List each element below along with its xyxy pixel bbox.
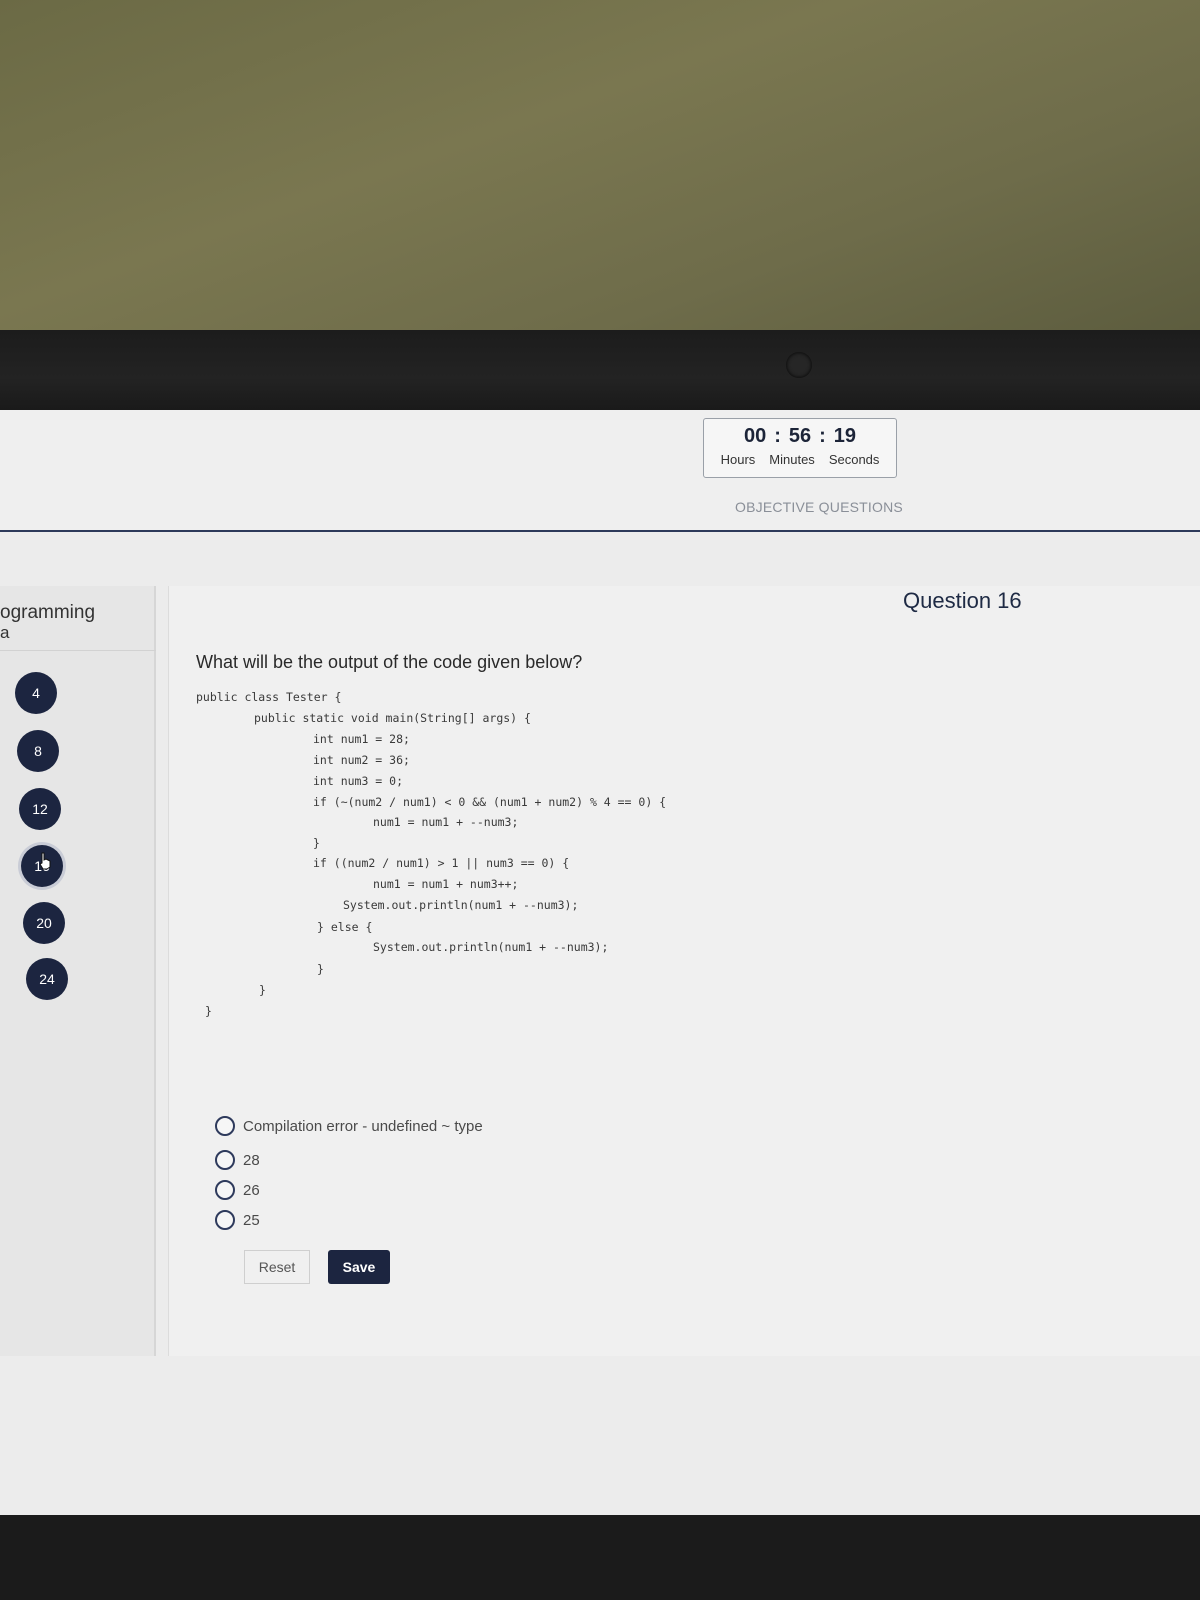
webcam xyxy=(786,352,812,378)
option-3[interactable]: 26 xyxy=(215,1180,260,1200)
timer-minutes: 56 xyxy=(788,425,812,447)
section-title: OBJECTIVE QUESTIONS xyxy=(735,499,903,515)
hand-cursor-icon xyxy=(39,852,51,870)
divider xyxy=(0,650,156,651)
code-line: int num2 = 36; xyxy=(313,753,410,767)
code-line: public class Tester { xyxy=(196,690,342,704)
question-panel: Question 16 What will be the output of t… xyxy=(168,586,1200,1356)
question-nav-button[interactable]: 20 xyxy=(23,902,65,944)
hours-label: Hours xyxy=(720,452,756,467)
countdown-timer: 00 : 56 : 19 Hours Minutes Seconds xyxy=(703,418,897,478)
option-label: 25 xyxy=(243,1211,260,1229)
question-text: What will be the output of the code give… xyxy=(196,652,583,672)
exam-screen: 00 : 56 : 19 Hours Minutes Seconds OBJEC… xyxy=(0,410,1200,1515)
code-line: num1 = num1 + num3++; xyxy=(373,877,519,891)
question-nav-button[interactable]: 24 xyxy=(26,958,68,1000)
question-nav-button[interactable]: 4 xyxy=(15,672,57,714)
question-number: Question 16 xyxy=(903,588,1022,613)
sidebar-title: ogramming xyxy=(0,602,96,623)
timer-labels: Hours Minutes Seconds xyxy=(704,452,896,467)
timer-digits: 00 : 56 : 19 xyxy=(704,425,896,448)
code-line: } xyxy=(313,836,320,850)
timer-separator: : xyxy=(819,425,826,447)
option-label: 26 xyxy=(243,1181,260,1199)
code-line: int num3 = 0; xyxy=(313,774,404,788)
code-line: if (~(num2 / num1) < 0 && (num1 + num2) … xyxy=(313,795,667,809)
radio-button[interactable] xyxy=(215,1180,235,1200)
question-nav-button[interactable]: 12 xyxy=(19,788,61,830)
code-line: } else { xyxy=(317,920,373,934)
code-line: } xyxy=(317,962,324,976)
option-label: Compilation error - undefined ~ type xyxy=(243,1117,483,1135)
reset-button[interactable]: Reset xyxy=(244,1250,310,1284)
timer-separator: : xyxy=(774,425,781,447)
code-line: int num1 = 28; xyxy=(313,732,410,746)
laptop-bezel-top xyxy=(0,330,1200,410)
sidebar-subtitle: a xyxy=(0,623,10,642)
option-4[interactable]: 25 xyxy=(215,1210,260,1230)
seconds-label: Seconds xyxy=(828,452,880,467)
code-line: System.out.println(num1 + --num3); xyxy=(343,898,579,912)
laptop-bezel-bottom xyxy=(0,1515,1200,1600)
minutes-label: Minutes xyxy=(769,452,815,467)
code-line: System.out.println(num1 + --num3); xyxy=(373,940,609,954)
background-wall xyxy=(0,0,1200,340)
radio-button[interactable] xyxy=(215,1116,235,1136)
option-label: 28 xyxy=(243,1151,260,1169)
option-1[interactable]: Compilation error - undefined ~ type xyxy=(215,1116,483,1136)
option-2[interactable]: 28 xyxy=(215,1150,260,1170)
save-button[interactable]: Save xyxy=(328,1250,390,1284)
question-navigator: ogramming a 4 8 12 16 20 24 xyxy=(0,586,156,1356)
code-line: } xyxy=(205,1004,212,1018)
question-nav-button[interactable]: 8 xyxy=(17,730,59,772)
header: 00 : 56 : 19 Hours Minutes Seconds OBJEC… xyxy=(0,410,1200,532)
code-line: public static void main(String[] args) { xyxy=(254,711,531,725)
timer-seconds: 19 xyxy=(833,425,857,447)
code-line: num1 = num1 + --num3; xyxy=(373,815,519,829)
code-line: } xyxy=(259,983,266,997)
code-line: if ((num2 / num1) > 1 || num3 == 0) { xyxy=(313,856,570,870)
radio-button[interactable] xyxy=(215,1210,235,1230)
timer-hours: 00 xyxy=(743,425,767,447)
radio-button[interactable] xyxy=(215,1150,235,1170)
